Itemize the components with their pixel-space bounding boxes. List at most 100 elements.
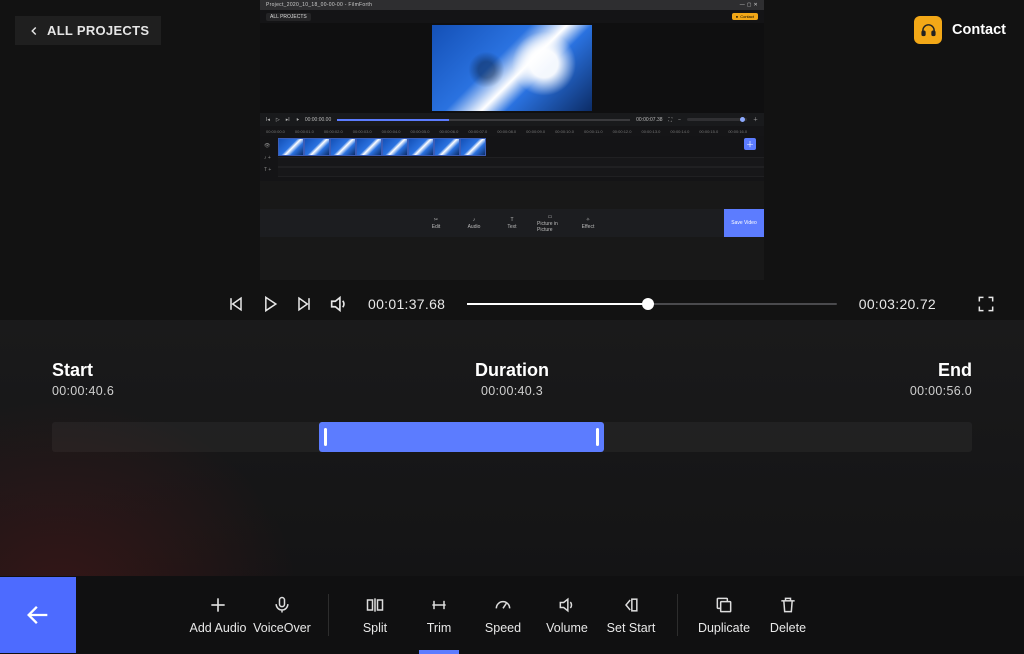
sub-pip-button[interactable]: ▭Picture in Picture <box>537 214 563 233</box>
add-clip-button[interactable]: ＋ <box>744 138 756 150</box>
sub-text-button[interactable]: TText <box>499 217 525 230</box>
sub-timeline-ruler: 00:00:00.000:00:01.000:00:02.000:00:03.0… <box>260 126 764 136</box>
trim-icon <box>427 595 451 615</box>
seek-bar[interactable] <box>467 303 836 305</box>
volume-button[interactable]: Volume <box>535 585 599 645</box>
duplicate-icon <box>714 595 734 615</box>
play-icon[interactable]: ▷ <box>276 117 280 123</box>
zoom-slider[interactable] <box>687 118 747 121</box>
sub-save-video-button[interactable]: Save Video <box>724 209 764 237</box>
back-button[interactable] <box>0 577 76 653</box>
tool-label: Trim <box>427 621 452 635</box>
sparkle-icon: ✧ <box>586 217 590 223</box>
voiceover-button[interactable]: VoiceOver <box>250 585 314 645</box>
trim-end-label: End <box>938 360 972 381</box>
sub-video-preview <box>260 23 764 113</box>
headset-icon <box>914 16 942 44</box>
sub-effect-button[interactable]: ✧Effect <box>575 217 601 230</box>
sub-window-title-bar: Project_2020_10_18_00-00-00 - FilmForth … <box>260 0 764 10</box>
chevron-left-icon <box>27 24 41 38</box>
trim-track[interactable] <box>52 422 972 452</box>
duplicate-button[interactable]: Duplicate <box>692 585 756 645</box>
toolbar-separator <box>328 594 329 636</box>
split-icon <box>364 595 386 615</box>
trim-duration-timecode: 00:00:40.3 <box>481 384 543 398</box>
sub-audio-button[interactable]: ♪Audio <box>461 217 487 230</box>
trim-duration-label-group: Duration 00:00:40.3 <box>475 360 549 398</box>
scissors-icon: ✂ <box>434 217 438 223</box>
tool-label: VoiceOver <box>253 621 311 635</box>
sub-seek-bar[interactable] <box>337 119 630 121</box>
sub-timeline-tracks[interactable]: 👁♪ +T + ＋ <box>260 136 764 181</box>
sub-current-time: 00:00:00.00 <box>305 117 331 123</box>
sub-top-bar: ALL PROJECTS ● Contact <box>260 10 764 23</box>
trim-end-timecode: 00:00:56.0 <box>910 384 972 398</box>
volume-icon[interactable]: 🕩 <box>296 117 299 123</box>
skip-forward-icon[interactable]: ▸I <box>286 117 290 123</box>
video-thumbnail <box>432 25 592 111</box>
speaker-icon <box>556 595 578 615</box>
audio-track[interactable] <box>278 157 764 167</box>
contact-button[interactable]: Contact <box>914 16 1006 44</box>
tool-label: Volume <box>546 621 588 635</box>
fullscreen-icon[interactable]: ⛶ <box>669 117 673 123</box>
sub-contact-button[interactable]: ● Contact <box>732 13 758 20</box>
bottom-toolbar: Add Audio VoiceOver Split Trim Speed V <box>0 576 1024 654</box>
current-time: 00:01:37.68 <box>368 296 445 312</box>
tool-label: Set Start <box>607 621 656 635</box>
add-audio-button[interactable]: Add Audio <box>186 585 250 645</box>
zoom-in-icon[interactable]: ＋ <box>753 116 758 123</box>
total-time: 00:03:20.72 <box>859 296 936 312</box>
contact-label: Contact <box>952 22 1006 38</box>
trim-button[interactable]: Trim <box>407 585 471 645</box>
text-icon: T <box>510 217 513 223</box>
all-projects-button[interactable]: ALL PROJECTS <box>15 16 161 45</box>
set-start-button[interactable]: Set Start <box>599 585 663 645</box>
playback-controls: 00:01:37.68 00:03:20.72 <box>0 288 1024 320</box>
text-track[interactable] <box>278 167 764 177</box>
trim-duration-label: Duration <box>475 360 549 381</box>
fullscreen-icon[interactable] <box>976 294 996 314</box>
zoom-out-icon[interactable]: − <box>678 117 681 123</box>
skip-previous-icon[interactable] <box>226 294 246 314</box>
sub-all-projects-button[interactable]: ALL PROJECTS <box>266 13 311 21</box>
window-controls-icon: — ▢ ✕ <box>740 2 758 8</box>
trim-end-label-group: End 00:00:56.0 <box>910 360 972 398</box>
play-icon[interactable] <box>260 294 280 314</box>
delete-button[interactable]: Delete <box>756 585 820 645</box>
split-button[interactable]: Split <box>343 585 407 645</box>
tool-label: Add Audio <box>190 621 247 635</box>
tool-label: Delete <box>770 621 806 635</box>
trim-start-timecode: 00:00:40.6 <box>52 384 114 398</box>
gauge-icon <box>492 595 514 615</box>
trim-selection[interactable] <box>319 422 604 452</box>
plus-icon <box>208 595 228 615</box>
skip-next-icon[interactable] <box>294 294 314 314</box>
toolbar-separator <box>677 594 678 636</box>
speed-button[interactable]: Speed <box>471 585 535 645</box>
sub-window-title: Project_2020_10_18_00-00-00 - FilmForth <box>266 2 372 8</box>
all-projects-label: ALL PROJECTS <box>47 23 149 38</box>
trim-start-label-group: Start 00:00:40.6 <box>52 360 114 398</box>
trim-start-label: Start <box>52 360 114 381</box>
embedded-app-preview: Project_2020_10_18_00-00-00 - FilmForth … <box>260 0 764 280</box>
trash-icon <box>778 595 798 615</box>
tool-label: Speed <box>485 621 521 635</box>
seek-handle[interactable] <box>642 298 654 310</box>
skip-back-icon[interactable]: I◂ <box>266 117 270 123</box>
trim-labels: Start 00:00:40.6 Duration 00:00:40.3 End… <box>52 360 972 398</box>
music-note-icon: ♪ <box>473 217 476 223</box>
arrow-left-icon <box>24 601 52 629</box>
tool-label: Split <box>363 621 387 635</box>
track-icons: 👁♪ +T + <box>264 140 271 176</box>
sub-player-bar: I◂ ▷ ▸I 🕩 00:00:00.00 00:00:07.38 ⛶ − ＋ <box>260 113 764 126</box>
sub-edit-button[interactable]: ✂Edit <box>423 217 449 230</box>
seek-progress <box>467 303 648 305</box>
app-root: ALL PROJECTS Contact Project_2020_10_18_… <box>0 0 1024 654</box>
set-start-icon <box>620 595 642 615</box>
volume-icon[interactable] <box>328 293 350 315</box>
pip-icon: ▭ <box>548 214 553 220</box>
sub-total-time: 00:00:07.38 <box>636 117 662 123</box>
video-track[interactable] <box>278 138 764 156</box>
sub-bottom-toolbar: ✂Edit ♪Audio TText ▭Picture in Picture ✧… <box>260 209 764 237</box>
